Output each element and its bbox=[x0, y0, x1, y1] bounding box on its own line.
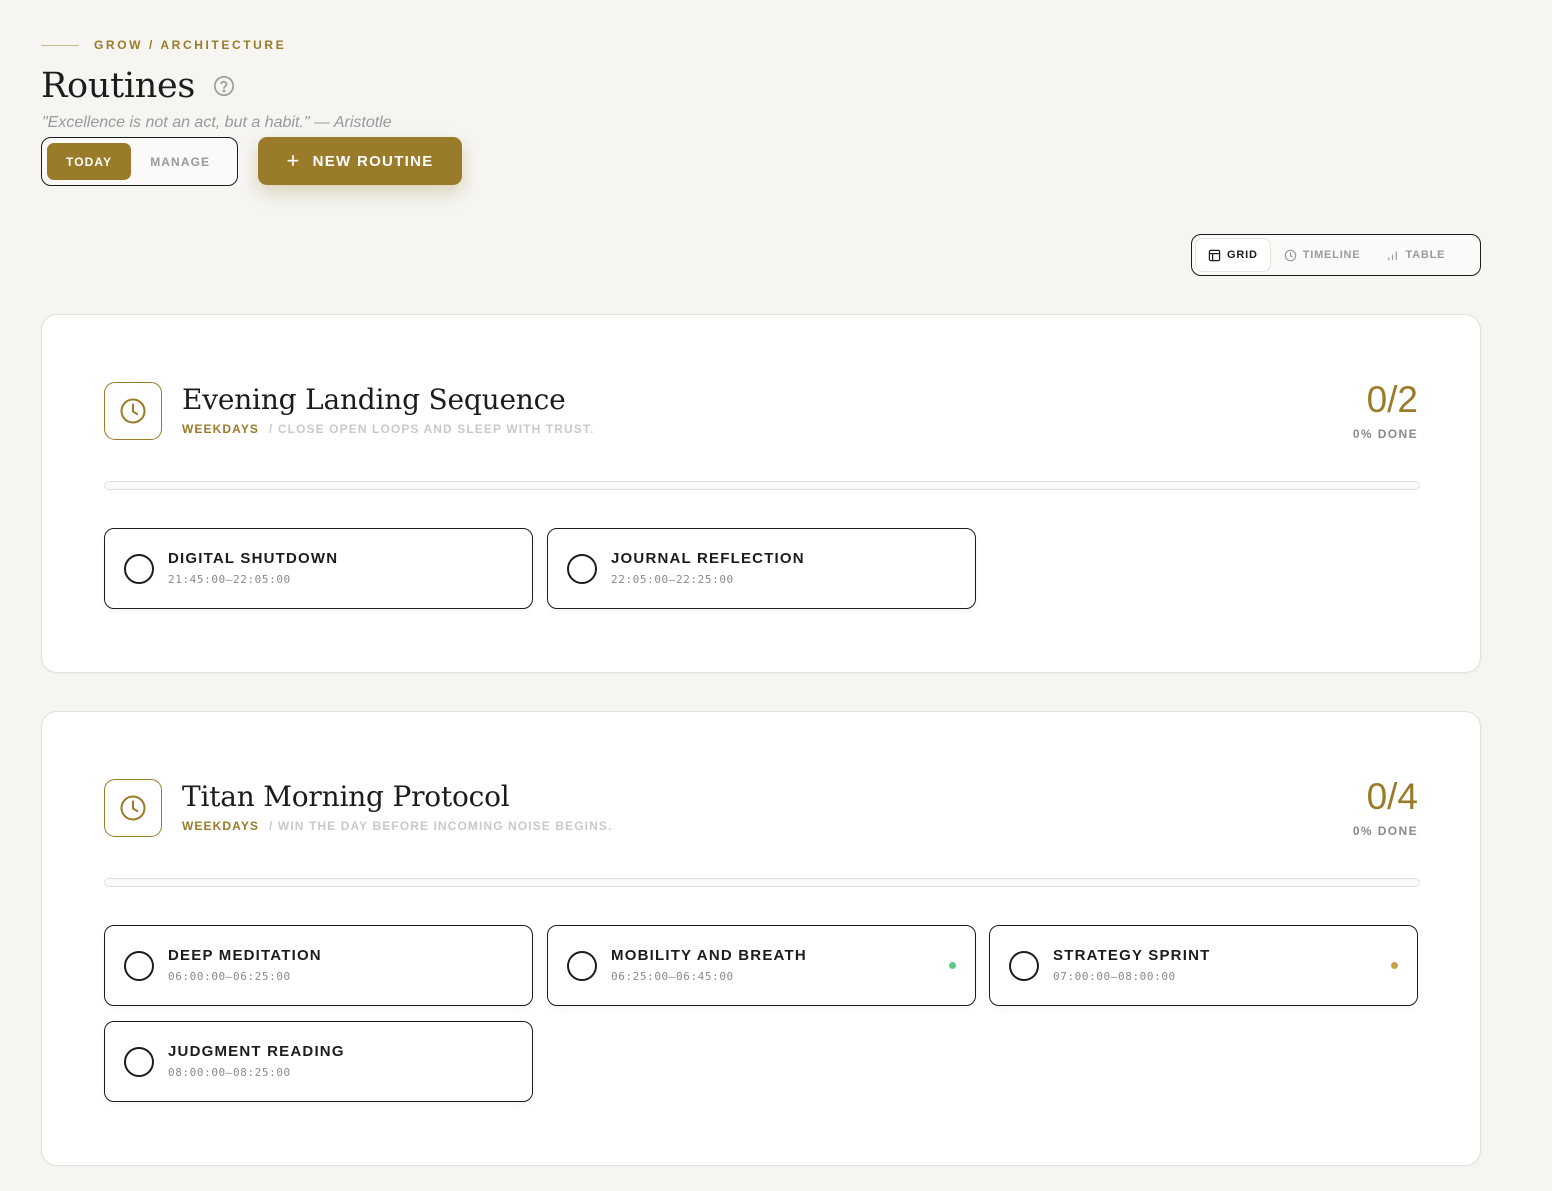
mode-toggle: TODAY MANAGE bbox=[41, 137, 238, 186]
routine-meta: WEEKDAYS / CLOSE OPEN LOOPS AND SLEEP WI… bbox=[182, 422, 594, 436]
clock-icon bbox=[120, 398, 146, 424]
view-timeline-label: TIMELINE bbox=[1302, 249, 1361, 261]
task-time: 21:45:00–22:05:00 bbox=[168, 573, 291, 586]
help-icon[interactable] bbox=[213, 75, 235, 97]
routine-card: Evening Landing Sequence WEEKDAYS / CLOS… bbox=[41, 314, 1481, 673]
new-routine-button[interactable]: + NEW ROUTINE bbox=[258, 137, 462, 185]
routine-description: / WIN THE DAY BEFORE INCOMING NOISE BEGI… bbox=[269, 819, 613, 833]
task-item[interactable]: DIGITAL SHUTDOWN 21:45:00–22:05:00 bbox=[104, 528, 533, 609]
routine-clock-badge bbox=[104, 382, 162, 440]
page-title: Routines bbox=[41, 66, 196, 106]
task-name: DIGITAL SHUTDOWN bbox=[168, 550, 339, 567]
routine-header: Titan Morning Protocol WEEKDAYS / WIN TH… bbox=[104, 779, 612, 837]
view-timeline-button[interactable]: TIMELINE bbox=[1272, 239, 1373, 271]
clock-icon bbox=[1284, 249, 1297, 261]
routine-header: Evening Landing Sequence WEEKDAYS / CLOS… bbox=[104, 382, 594, 440]
status-dot bbox=[949, 962, 956, 969]
task-time: 07:00:00–08:00:00 bbox=[1053, 970, 1176, 983]
task-checkbox[interactable] bbox=[124, 1047, 154, 1077]
task-checkbox[interactable] bbox=[124, 554, 154, 584]
bar-chart-icon bbox=[1388, 250, 1398, 260]
task-name: DEEP MEDITATION bbox=[168, 947, 322, 964]
routine-frequency: WEEKDAYS bbox=[182, 819, 260, 833]
routine-frequency: WEEKDAYS bbox=[182, 422, 260, 436]
routine-progress-summary: 0/2 0% DONE bbox=[1353, 381, 1418, 441]
view-grid-label: GRID bbox=[1227, 249, 1258, 261]
task-checkbox[interactable] bbox=[567, 951, 597, 981]
routine-meta: WEEKDAYS / WIN THE DAY BEFORE INCOMING N… bbox=[182, 819, 612, 833]
task-time: 06:25:00–06:45:00 bbox=[611, 970, 734, 983]
task-time: 08:00:00–08:25:00 bbox=[168, 1066, 291, 1079]
page-quote: "Excellence is not an act, but a habit."… bbox=[42, 114, 392, 131]
view-table-label: TABLE bbox=[1405, 249, 1446, 261]
task-name: STRATEGY SPRINT bbox=[1053, 947, 1211, 964]
routine-percent: 0% DONE bbox=[1352, 824, 1418, 838]
breadcrumb: GROW / ARCHITECTURE bbox=[41, 38, 286, 52]
task-item[interactable]: DEEP MEDITATION 06:00:00–06:25:00 bbox=[104, 925, 533, 1006]
breadcrumb-divider bbox=[41, 44, 79, 46]
task-time: 22:05:00–22:25:00 bbox=[611, 573, 734, 586]
title-row: Routines bbox=[41, 66, 235, 106]
task-name: JUDGMENT READING bbox=[168, 1043, 345, 1060]
routine-percent: 0% DONE bbox=[1352, 427, 1418, 441]
routine-name: Evening Landing Sequence bbox=[182, 383, 566, 416]
routine-clock-badge bbox=[104, 779, 162, 837]
routine-progress-bar bbox=[104, 878, 1420, 887]
routine-count: 0/2 bbox=[1366, 379, 1418, 420]
routine-description: / CLOSE OPEN LOOPS AND SLEEP WITH TRUST. bbox=[269, 422, 595, 436]
new-routine-label: NEW ROUTINE bbox=[312, 152, 434, 170]
task-item[interactable]: MOBILITY AND BREATH 06:25:00–06:45:00 bbox=[547, 925, 976, 1006]
mode-today-button[interactable]: TODAY bbox=[47, 143, 132, 180]
task-time: 06:00:00–06:25:00 bbox=[168, 970, 291, 983]
breadcrumb-text: GROW / ARCHITECTURE bbox=[94, 38, 287, 52]
task-name: JOURNAL REFLECTION bbox=[611, 550, 805, 567]
task-item[interactable]: JOURNAL REFLECTION 22:05:00–22:25:00 bbox=[547, 528, 976, 609]
routine-count: 0/4 bbox=[1366, 776, 1418, 817]
status-dot bbox=[1391, 962, 1398, 969]
clock-icon bbox=[120, 795, 146, 821]
task-name: MOBILITY AND BREATH bbox=[611, 947, 807, 964]
task-item[interactable]: JUDGMENT READING 08:00:00–08:25:00 bbox=[104, 1021, 533, 1102]
view-grid-button[interactable]: GRID bbox=[1196, 239, 1270, 271]
task-checkbox[interactable] bbox=[124, 951, 154, 981]
mode-manage-button[interactable]: MANAGE bbox=[131, 143, 229, 180]
view-table-button[interactable]: TABLE bbox=[1374, 239, 1457, 271]
routine-progress-bar bbox=[104, 481, 1420, 490]
routine-progress-summary: 0/4 0% DONE bbox=[1353, 778, 1418, 838]
grid-icon bbox=[1208, 249, 1221, 261]
view-switch: GRID TIMELINE TABLE bbox=[1191, 234, 1481, 276]
task-checkbox[interactable] bbox=[567, 554, 597, 584]
routine-name: Titan Morning Protocol bbox=[182, 780, 510, 813]
routine-card: Titan Morning Protocol WEEKDAYS / WIN TH… bbox=[41, 711, 1481, 1166]
plus-icon: + bbox=[286, 148, 301, 173]
task-item[interactable]: STRATEGY SPRINT 07:00:00–08:00:00 bbox=[989, 925, 1418, 1006]
task-checkbox[interactable] bbox=[1009, 951, 1039, 981]
